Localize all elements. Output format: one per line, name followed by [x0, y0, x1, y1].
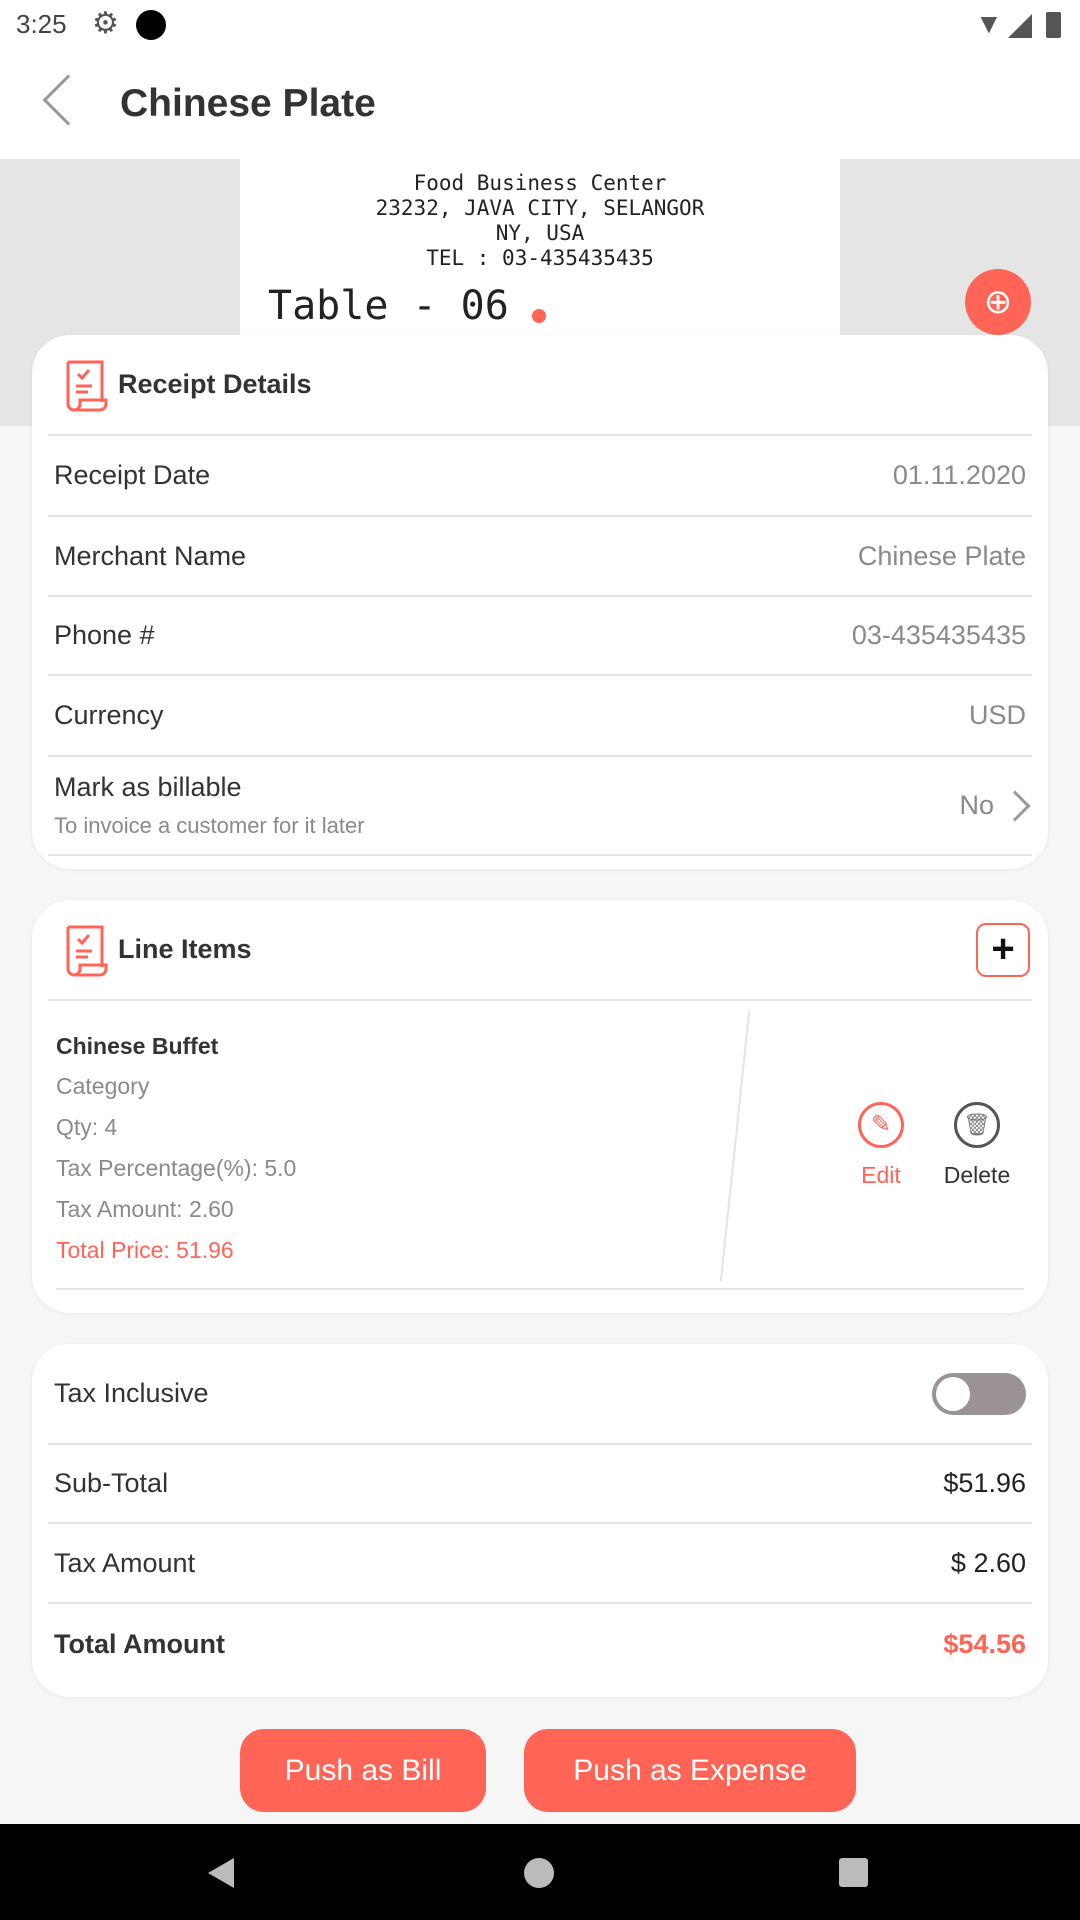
item-total-price: Total Price: 51.96	[56, 1237, 234, 1263]
row-label: Mark as billable	[54, 772, 242, 802]
row-sublabel: To invoice a customer for it later	[54, 813, 365, 838]
chevron-right-icon	[999, 789, 1031, 822]
tax-inclusive-row: Tax Inclusive	[48, 1344, 1032, 1445]
signal-icon	[1008, 14, 1032, 38]
row-value: $ 2.60	[950, 1547, 1026, 1578]
row-label: Total Amount	[54, 1628, 225, 1659]
nav-home-icon[interactable]	[524, 1858, 554, 1888]
item-tax-percentage: Tax Percentage(%): 5.0	[56, 1155, 297, 1181]
edit-label: Edit	[861, 1162, 901, 1188]
wifi-icon: ▼	[975, 8, 1003, 39]
total-amount-row: Total Amount $54.56	[48, 1604, 1032, 1684]
line-items-header: Line Items +	[48, 900, 1032, 1001]
tax-inclusive-toggle[interactable]	[932, 1372, 1026, 1415]
app-bar: Chinese Plate	[0, 50, 1080, 159]
row-label: Currency	[54, 700, 164, 730]
settings-icon: ⚙	[92, 7, 119, 40]
row-value: 01.11.2020	[892, 460, 1026, 490]
row-label: Tax Amount	[54, 1547, 196, 1578]
row-label: Tax Inclusive	[54, 1378, 209, 1408]
row-value: USD	[968, 700, 1026, 730]
status-time: 3:25	[16, 9, 67, 39]
receipt-line: NY, USA	[495, 221, 585, 245]
receipt-table: Table - 06	[268, 283, 509, 329]
battery-icon	[1046, 12, 1061, 38]
tax-amount-row: Tax Amount $ 2.60	[48, 1524, 1032, 1604]
totals-card: Tax Inclusive Sub-Total $51.96 Tax Amount…	[32, 1344, 1048, 1697]
row-value: Chinese Plate	[857, 540, 1026, 571]
receipt-line: Food Business Center	[413, 171, 667, 195]
row-label: Receipt Date	[54, 460, 211, 490]
item-category: Category	[56, 1073, 150, 1099]
toggle-knob	[936, 1376, 970, 1411]
receipt-icon	[66, 360, 108, 411]
receipt-date-row[interactable]: Receipt Date 01.11.2020	[48, 436, 1032, 517]
receipt-line: TEL : 03-435435435	[426, 246, 654, 270]
currency-row[interactable]: Currency USD	[48, 676, 1032, 757]
add-line-item-button[interactable]: +	[976, 922, 1030, 977]
nav-back-icon[interactable]	[208, 1858, 234, 1888]
status-bar: 3:25 ⚙ ▼	[0, 0, 1080, 50]
page-title: Chinese Plate	[120, 82, 376, 125]
divider	[719, 1010, 751, 1282]
phone-row[interactable]: Phone # 03-435435435	[48, 597, 1032, 676]
item-tax-amount: Tax Amount: 2.60	[56, 1196, 234, 1222]
push-as-expense-button[interactable]: Push as Expense	[524, 1729, 856, 1812]
item-name: Chinese Buffet	[56, 1033, 219, 1059]
item-qty: Qty: 4	[56, 1114, 118, 1140]
row-value: $54.56	[943, 1628, 1026, 1659]
receipt-line: 23232, JAVA CITY, SELANGOR	[375, 196, 705, 220]
page-indicator-dot	[532, 309, 546, 323]
receipt-image[interactable]: Food Business Center 23232, JAVA CITY, S…	[240, 159, 840, 349]
receipt-details-header: Receipt Details	[48, 335, 1032, 436]
nav-recents-icon[interactable]	[839, 1858, 868, 1887]
navigation-bar	[0, 1824, 1080, 1920]
subtotal-row: Sub-Total $51.96	[48, 1445, 1032, 1524]
section-title: Receipt Details	[118, 369, 312, 399]
delete-label: Delete	[943, 1162, 1011, 1188]
row-label: Merchant Name	[54, 540, 247, 571]
section-title: Line Items	[118, 934, 252, 964]
edit-button[interactable]: ✎ Edit	[846, 1102, 916, 1189]
row-value: No	[959, 790, 994, 820]
row-value: $51.96	[943, 1468, 1026, 1498]
divider	[56, 1288, 1024, 1290]
pencil-icon: ✎	[858, 1102, 904, 1148]
camera-dot-icon	[136, 10, 166, 40]
row-value: 03-435435435	[851, 620, 1026, 650]
row-label: Sub-Total	[54, 1468, 169, 1498]
receipt-icon	[66, 925, 108, 976]
zoom-in-button[interactable]: ⊕	[965, 269, 1031, 335]
row-label: Phone #	[54, 620, 155, 650]
trash-icon: 🗑	[954, 1102, 1000, 1148]
zoom-in-icon: ⊕	[983, 283, 1013, 321]
push-as-bill-button[interactable]: Push as Bill	[240, 1729, 486, 1812]
delete-button[interactable]: 🗑 Delete	[932, 1102, 1022, 1189]
back-icon[interactable]	[42, 74, 94, 126]
receipt-details-card: Receipt Details Receipt Date 01.11.2020 M…	[32, 335, 1048, 869]
billable-row[interactable]: Mark as billable To invoice a customer fo…	[48, 757, 1032, 856]
line-items-card: Line Items + Chinese Buffet Category Qty…	[32, 900, 1048, 1313]
merchant-name-row[interactable]: Merchant Name Chinese Plate	[48, 517, 1032, 597]
